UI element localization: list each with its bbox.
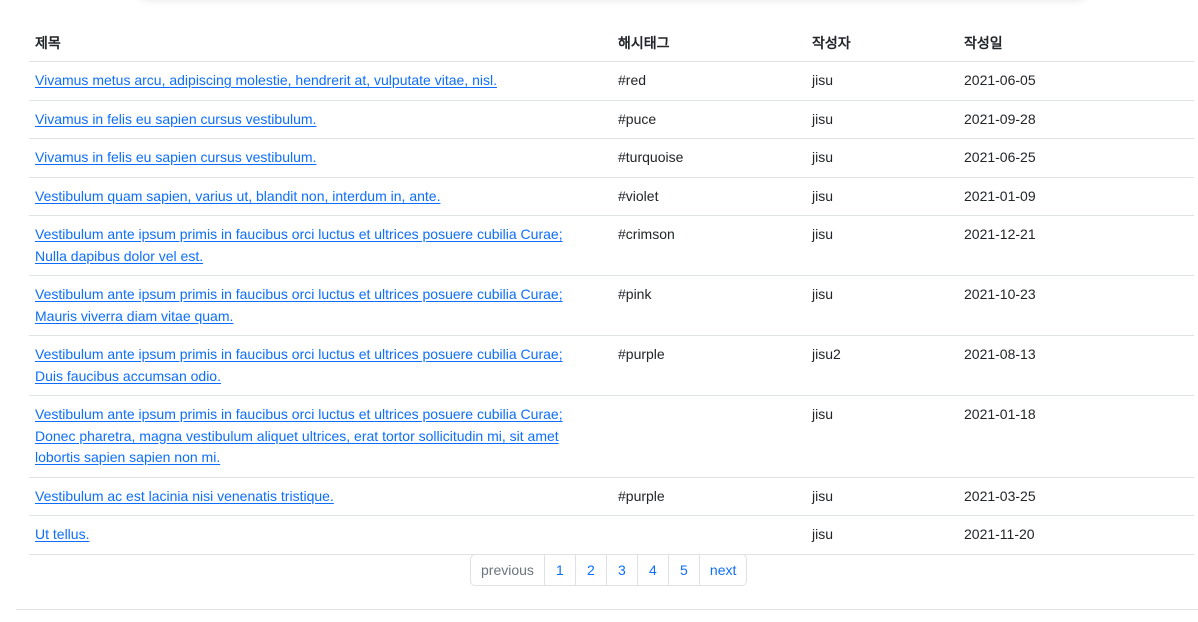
cell-author: jisu2 xyxy=(806,335,958,396)
cell-author: jisu xyxy=(806,275,958,336)
table-row: Vestibulum ante ipsum primis in faucibus… xyxy=(29,395,1194,478)
cell-date: 2021-11-20 xyxy=(958,515,1194,555)
pagination: previous 1 2 3 4 5 next xyxy=(470,554,748,586)
cell-author: jisu xyxy=(806,215,958,276)
header-hashtag[interactable]: 해시태그 xyxy=(612,24,806,62)
article-title-line: Vestibulum ante ipsum primis in faucibus… xyxy=(35,226,563,242)
cell-title: Ut tellus. xyxy=(29,515,612,555)
cell-date: 2021-01-09 xyxy=(958,177,1194,216)
footer-divider xyxy=(16,609,1198,610)
cell-hashtag: #purple xyxy=(612,477,806,516)
cell-author: jisu xyxy=(806,177,958,216)
cell-author: jisu xyxy=(806,100,958,139)
header-date[interactable]: 작성일 xyxy=(958,24,1194,62)
table-header-row: 제목 해시태그 작성자 작성일 xyxy=(29,24,1194,62)
cell-author: jisu xyxy=(806,515,958,555)
cell-hashtag: #puce xyxy=(612,100,806,139)
cell-date: 2021-09-28 xyxy=(958,100,1194,139)
article-title-line: Donec pharetra, magna vestibulum aliquet… xyxy=(35,427,559,444)
table-row: Ut tellus. jisu 2021-11-20 xyxy=(29,515,1194,555)
table-row: Vestibulum ac est lacinia nisi venenatis… xyxy=(29,477,1194,516)
article-title-link[interactable]: Ut tellus. xyxy=(35,526,89,542)
article-title-line: Ut tellus. xyxy=(35,526,90,542)
article-table: 제목 해시태그 작성자 작성일 Vivamus metus arcu, adip… xyxy=(29,24,1194,555)
table-row: Vestibulum ante ipsum primis in faucibus… xyxy=(29,335,1194,396)
article-title-link[interactable]: Vestibulum ante ipsum primis in faucibus… xyxy=(35,226,563,264)
article-title-line: Vestibulum ac est lacinia nisi venenatis… xyxy=(35,487,334,504)
article-title-line: Vestibulum ante ipsum primis in faucibus… xyxy=(35,346,563,362)
cell-author: jisu xyxy=(806,477,958,516)
cell-author: jisu xyxy=(806,395,958,478)
article-title-line: Vivamus metus arcu, adipiscing molestie,… xyxy=(35,72,497,88)
article-title-link[interactable]: Vestibulum ante ipsum primis in faucibus… xyxy=(35,346,563,384)
cell-title: Vestibulum quam sapien, varius ut, bland… xyxy=(29,177,612,216)
cell-hashtag xyxy=(612,515,806,555)
article-title-line: Vestibulum ante ipsum primis in faucibus… xyxy=(35,406,563,422)
cell-hashtag: #purple xyxy=(612,335,806,396)
header-title[interactable]: 제목 xyxy=(29,24,612,62)
cell-author: jisu xyxy=(806,138,958,178)
cell-date: 2021-10-23 xyxy=(958,275,1194,336)
cell-hashtag: #crimson xyxy=(612,215,806,276)
cell-hashtag: #red xyxy=(612,61,806,101)
article-title-link[interactable]: Vivamus in felis eu sapien cursus vestib… xyxy=(35,111,316,127)
article-title-link[interactable]: Vestibulum ante ipsum primis in faucibus… xyxy=(35,286,563,324)
article-title-line: Nulla dapibus dolor vel est. xyxy=(35,247,204,264)
page-5-button[interactable]: 5 xyxy=(667,555,699,585)
cell-hashtag: #pink xyxy=(612,275,806,336)
table-row: Vivamus in felis eu sapien cursus vestib… xyxy=(29,100,1194,139)
cell-title: Vivamus metus arcu, adipiscing molestie,… xyxy=(29,61,612,101)
header-author[interactable]: 작성자 xyxy=(806,24,958,62)
page-1-button[interactable]: 1 xyxy=(543,555,575,585)
cell-title: Vivamus in felis eu sapien cursus vestib… xyxy=(29,100,612,139)
cell-title: Vestibulum ante ipsum primis in faucibus… xyxy=(29,215,612,276)
page-4-button[interactable]: 4 xyxy=(636,555,668,585)
article-title-line: Vestibulum quam sapien, varius ut, bland… xyxy=(35,187,441,204)
article-title-link[interactable]: Vestibulum ac est lacinia nisi venenatis… xyxy=(35,488,334,504)
cell-title: Vivamus in felis eu sapien cursus vestib… xyxy=(29,138,612,178)
cell-date: 2021-12-21 xyxy=(958,215,1194,276)
cell-author: jisu xyxy=(806,61,958,101)
article-title-line: Vestibulum ante ipsum primis in faucibus… xyxy=(35,286,563,302)
table-row: Vestibulum ante ipsum primis in faucibus… xyxy=(29,215,1194,276)
cell-date: 2021-06-25 xyxy=(958,138,1194,178)
article-title-line: Mauris viverra diam vitae quam. xyxy=(35,307,234,324)
table-row: Vivamus in felis eu sapien cursus vestib… xyxy=(29,138,1194,178)
article-title-link[interactable]: Vestibulum ante ipsum primis in faucibus… xyxy=(35,406,563,465)
article-title-link[interactable]: Vivamus in felis eu sapien cursus vestib… xyxy=(35,149,316,165)
cell-hashtag: #violet xyxy=(612,177,806,216)
article-title-line: lobortis sapien sapien non mi. xyxy=(35,449,221,465)
cell-hashtag xyxy=(612,395,806,478)
article-list: 제목 해시태그 작성자 작성일 Vivamus metus arcu, adip… xyxy=(29,24,1194,555)
article-title-link[interactable]: Vivamus metus arcu, adipiscing molestie,… xyxy=(35,72,497,88)
cell-title: Vestibulum ante ipsum primis in faucibus… xyxy=(29,335,612,396)
cell-hashtag: #turquoise xyxy=(612,138,806,178)
cell-date: 2021-08-13 xyxy=(958,335,1194,396)
article-title-line: Duis faucibus accumsan odio. xyxy=(35,367,221,384)
cell-title: Vestibulum ac est lacinia nisi venenatis… xyxy=(29,477,612,516)
page-2-button[interactable]: 2 xyxy=(574,555,606,585)
table-row: Vivamus metus arcu, adipiscing molestie,… xyxy=(29,61,1194,101)
cell-date: 2021-06-05 xyxy=(958,61,1194,101)
table-body: Vivamus metus arcu, adipiscing molestie,… xyxy=(29,61,1194,555)
previous-button[interactable]: previous xyxy=(471,555,544,585)
table-row: Vestibulum ante ipsum primis in faucibus… xyxy=(29,275,1194,336)
page-3-button[interactable]: 3 xyxy=(605,555,637,585)
cell-date: 2021-03-25 xyxy=(958,477,1194,516)
next-button[interactable]: next xyxy=(698,555,746,585)
article-title-line: Vivamus in felis eu sapien cursus vestib… xyxy=(35,110,317,127)
cell-title: Vestibulum ante ipsum primis in faucibus… xyxy=(29,395,612,478)
cell-date: 2021-01-18 xyxy=(958,395,1194,478)
article-title-link[interactable]: Vestibulum quam sapien, varius ut, bland… xyxy=(35,188,440,204)
table-row: Vestibulum quam sapien, varius ut, bland… xyxy=(29,177,1194,216)
article-title-line: Vivamus in felis eu sapien cursus vestib… xyxy=(35,149,317,165)
cell-title: Vestibulum ante ipsum primis in faucibus… xyxy=(29,275,612,336)
